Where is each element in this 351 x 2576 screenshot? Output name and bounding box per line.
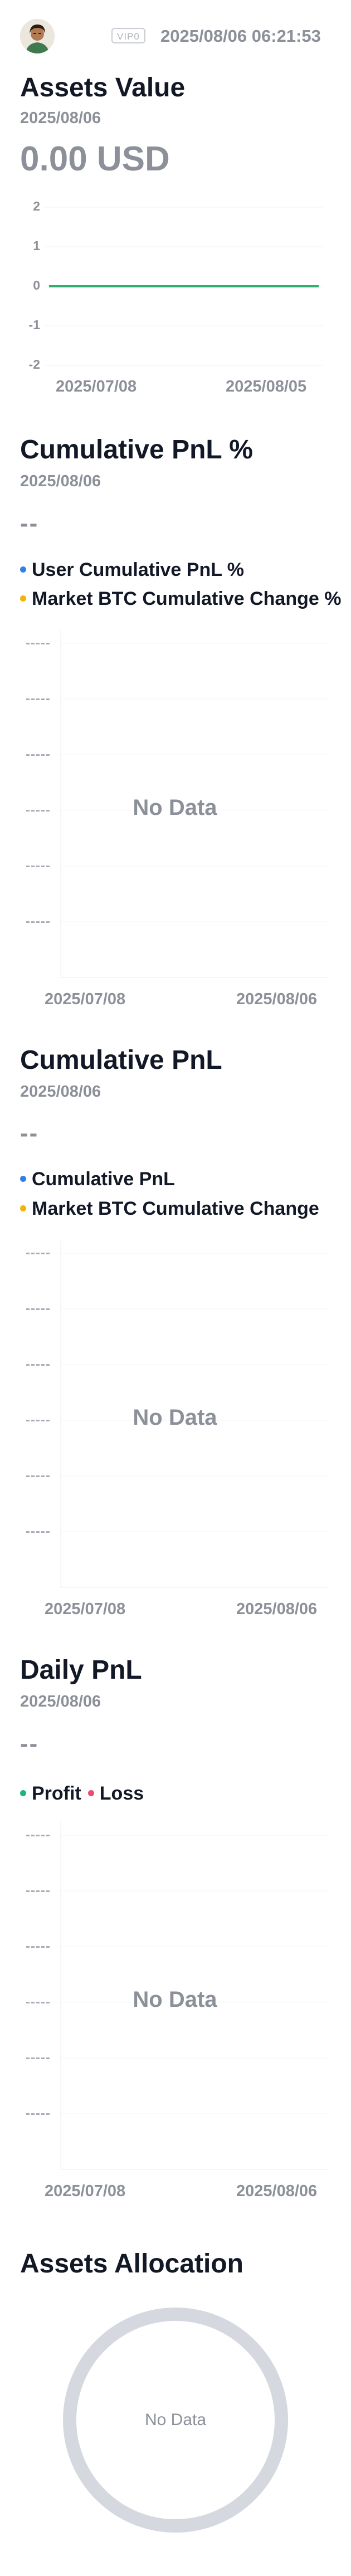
- cumulative-pnl-pct-title: Cumulative PnL %: [20, 435, 253, 465]
- y-tick: -----: [26, 1827, 51, 1842]
- no-data-message: No Data: [133, 1405, 217, 1430]
- x-tick: 2025/07/08: [45, 1600, 126, 1618]
- legend-item[interactable]: Cumulative PnL: [20, 1169, 175, 1190]
- y-tick: -----: [26, 747, 51, 762]
- y-tick: -----: [26, 691, 51, 706]
- y-tick: -----: [26, 1468, 51, 1483]
- x-tick: 2025/08/05: [226, 378, 307, 395]
- y-tick: -----: [26, 1883, 51, 1898]
- y-tick: -----: [26, 1301, 51, 1316]
- legend-item-loss[interactable]: Loss: [81, 1783, 144, 1804]
- legend-item[interactable]: Market BTC Cumulative Change: [20, 1198, 319, 1220]
- y-tick: -----: [26, 1524, 51, 1539]
- y-tick: -----: [26, 2050, 51, 2065]
- legend-label: Loss: [99, 1783, 144, 1804]
- daily-pnl-value: --: [20, 1730, 39, 1757]
- x-tick: 2025/08/06: [236, 990, 318, 1008]
- snapshot-timestamp: 2025/08/06 06:21:53: [160, 26, 321, 46]
- legend-item[interactable]: Market BTC Cumulative Change %: [20, 588, 341, 610]
- assets-value-title: Assets Value: [20, 73, 186, 102]
- legend-dot: [20, 566, 26, 573]
- y-tick: -----: [26, 636, 51, 651]
- cumulative-pnl-pct-value: --: [20, 510, 39, 537]
- y-tick: -1: [28, 317, 40, 332]
- legend-item-profit[interactable]: Profit: [20, 1783, 81, 1804]
- legend-label: Market BTC Cumulative Change %: [32, 588, 342, 609]
- daily-pnl-date: 2025/08/06: [20, 1693, 101, 1710]
- cumulative-pnl-value: --: [20, 1120, 39, 1147]
- legend-label: User Cumulative PnL %: [32, 559, 245, 580]
- cumulative-pnl-pct-date: 2025/08/06: [20, 472, 101, 490]
- legend-item[interactable]: User Cumulative PnL %: [20, 559, 244, 581]
- y-tick: -----: [26, 1357, 51, 1372]
- assets-value-chart[interactable]: [45, 201, 323, 373]
- cumulative-pnl-title: Cumulative PnL: [20, 1045, 222, 1075]
- assets-value-amount: 0.00 USD: [20, 140, 170, 178]
- y-tick: 1: [33, 238, 40, 253]
- x-tick: 2025/07/08: [56, 378, 137, 395]
- legend-dot: [20, 595, 26, 602]
- legend-dot: [20, 1175, 26, 1182]
- cumulative-pnl-date: 2025/08/06: [20, 1083, 101, 1101]
- legend-dot: [87, 1790, 94, 1796]
- no-data-message: No Data: [133, 795, 217, 820]
- x-tick: 2025/08/06: [236, 2182, 318, 2200]
- y-tick: -----: [26, 858, 51, 873]
- assets-value-date: 2025/08/06: [20, 109, 101, 127]
- assets-allocation-title: Assets Allocation: [20, 2249, 243, 2279]
- x-tick: 2025/08/06: [236, 1600, 318, 1618]
- y-tick: -----: [26, 1412, 51, 1428]
- legend-label: Cumulative PnL: [32, 1169, 175, 1190]
- legend-dot: [20, 1790, 26, 1796]
- x-tick: 2025/07/08: [45, 990, 126, 1008]
- x-tick: 2025/07/08: [45, 2182, 126, 2200]
- legend-label: Profit: [32, 1783, 81, 1804]
- daily-pnl-title: Daily PnL: [20, 1655, 142, 1685]
- legend-label: Market BTC Cumulative Change: [32, 1198, 319, 1219]
- y-tick: -2: [28, 357, 40, 372]
- y-tick: -----: [26, 1995, 51, 2010]
- y-tick: 0: [33, 278, 40, 292]
- legend-dot: [20, 1205, 26, 1211]
- y-tick: -----: [26, 1245, 51, 1260]
- vip-level-badge: VIP0: [111, 28, 145, 43]
- y-tick: -----: [26, 803, 51, 818]
- no-data-message: No Data: [144, 2411, 207, 2429]
- no-data-message: No Data: [133, 1987, 217, 2012]
- y-tick: -----: [26, 914, 51, 929]
- user-avatar[interactable]: [20, 19, 55, 53]
- y-tick: -----: [26, 1939, 51, 1954]
- y-tick: -----: [26, 2106, 51, 2121]
- y-tick: 2: [33, 199, 40, 213]
- daily-pnl-legend: Profit Loss: [20, 1783, 144, 1805]
- avatar-illustration-icon: [20, 19, 55, 53]
